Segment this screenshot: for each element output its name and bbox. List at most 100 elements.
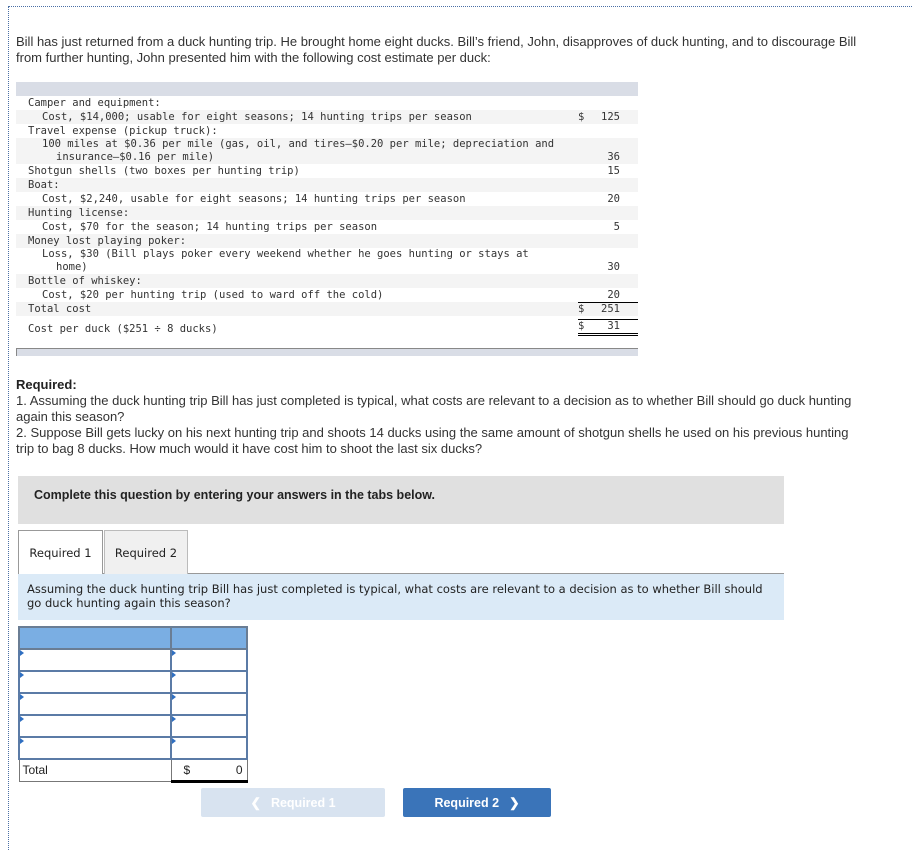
- cost-row: Total cost $251: [16, 302, 638, 316]
- prev-button-label: Required 1: [270, 795, 336, 810]
- total-value: 0: [235, 762, 243, 777]
- dollar-sign: [578, 193, 592, 206]
- dropdown-flag-icon: [20, 716, 24, 722]
- answer-cell-amount: [170, 670, 248, 694]
- cost-description: Hunting license:: [16, 207, 578, 220]
- cost-row: Shotgun shells (two boxes per hunting tr…: [16, 164, 638, 178]
- cost-amount-cell: 15: [578, 165, 638, 178]
- cost-amount-input[interactable]: [172, 738, 246, 758]
- cost-row: Loss, $30 (Bill plays poker every weeken…: [16, 248, 638, 274]
- dropdown-flag-icon: [172, 738, 176, 744]
- cost-row: Boat:: [16, 178, 638, 192]
- cost-amount-input[interactable]: [172, 672, 246, 692]
- cost-row: 100 miles at $0.36 per mile (gas, oil, a…: [16, 138, 638, 164]
- cost-description-text: Bottle of whiskey:: [28, 275, 142, 287]
- cost-description: Travel expense (pickup truck):: [16, 125, 578, 138]
- cost-item-input[interactable]: [20, 716, 170, 736]
- cost-description: Loss, $30 (Bill plays poker every weeken…: [16, 248, 578, 274]
- cost-amount-cell: $125: [578, 111, 638, 124]
- question-prompt: Assuming the duck hunting trip Bill has …: [18, 574, 784, 620]
- cost-amount-input[interactable]: [172, 716, 246, 736]
- cost-description-continued: home): [56, 261, 88, 273]
- total-amount: $0: [172, 763, 247, 777]
- cost-description-text: Loss, $30 (Bill plays poker every weeken…: [42, 248, 529, 260]
- cost-description: 100 miles at $0.36 per mile (gas, oil, a…: [16, 138, 578, 164]
- dollar-sign: $: [578, 111, 585, 123]
- next-required-button[interactable]: Required 2 ❯: [403, 788, 551, 817]
- total-cell: $0: [170, 758, 248, 783]
- cost-amount-input[interactable]: [172, 650, 246, 670]
- cost-description-text: Shotgun shells (two boxes per hunting tr…: [28, 165, 300, 177]
- cost-estimate-table: Camper and equipment: Cost, $14,000; usab…: [16, 82, 638, 356]
- dollar-sign: $: [578, 303, 585, 315]
- dollar-sign: [578, 165, 592, 178]
- dollar-sign: $: [578, 320, 585, 332]
- answer-cell-amount: [170, 648, 248, 672]
- cost-row: Cost, $2,240, usable for eight seasons; …: [16, 192, 638, 206]
- cost-description-text: Cost per duck ($251 ÷ 8 ducks): [28, 323, 218, 335]
- cost-description: Cost per duck ($251 ÷ 8 ducks): [16, 323, 578, 336]
- prev-required-button[interactable]: ❮ Required 1: [201, 788, 385, 817]
- answer-cell-item: [18, 714, 172, 738]
- cost-amount: 30: [607, 261, 620, 273]
- cost-item-input[interactable]: [20, 650, 170, 670]
- cost-amount-cell: 36: [578, 151, 638, 164]
- dollar-sign: [578, 151, 592, 164]
- dollar-sign: [578, 261, 592, 274]
- cost-table-footer: [16, 348, 638, 356]
- dropdown-flag-icon: [20, 672, 24, 678]
- answer-cell-amount: [170, 692, 248, 716]
- tab-bar: Required 1 Required 2: [18, 530, 784, 575]
- instruction-text: Complete this question by entering your …: [34, 488, 435, 502]
- header-cell-amount: [170, 626, 248, 650]
- cost-row: Bottle of whiskey:: [16, 274, 638, 288]
- dropdown-flag-icon: [20, 694, 24, 700]
- cost-amount: 36: [607, 151, 620, 163]
- cost-row: Cost, $70 for the season; 14 hunting tri…: [16, 220, 638, 234]
- cost-amount: 5: [613, 221, 620, 233]
- cost-description-text: 100 miles at $0.36 per mile (gas, oil, a…: [42, 138, 555, 150]
- answer-row: [18, 736, 248, 760]
- cost-row: Cost, $14,000; usable for eight seasons;…: [16, 110, 638, 124]
- cost-item-input[interactable]: [20, 672, 170, 692]
- dollar-sign: [578, 221, 592, 234]
- cost-row: Cost per duck ($251 ÷ 8 ducks) $31: [16, 319, 638, 336]
- cost-description: Cost, $70 for the season; 14 hunting tri…: [16, 221, 578, 234]
- cost-description-text: Cost, $14,000; usable for eight seasons;…: [42, 111, 472, 123]
- cost-item-input[interactable]: [20, 694, 170, 714]
- cost-item-input[interactable]: [20, 738, 170, 758]
- cost-description: Cost, $14,000; usable for eight seasons;…: [16, 111, 578, 124]
- cost-description: Cost, $20 per hunting trip (used to ward…: [16, 289, 578, 302]
- answer-cell-item: [18, 692, 172, 716]
- answer-row: [18, 670, 248, 694]
- dropdown-flag-icon: [172, 716, 176, 722]
- tab-required-2[interactable]: Required 2: [104, 530, 188, 574]
- cost-table-header: [16, 82, 638, 96]
- required-q2: 2. Suppose Bill gets lucky on his next h…: [16, 425, 849, 456]
- answer-cell-amount: [170, 736, 248, 760]
- answer-row: [18, 692, 248, 716]
- cost-description-text: Cost, $20 per hunting trip (used to ward…: [42, 289, 384, 301]
- cost-amount-input[interactable]: [172, 694, 246, 714]
- answer-table: Total $0: [18, 626, 248, 783]
- cost-description-text: Total cost: [28, 303, 92, 315]
- cost-description: Camper and equipment:: [16, 97, 578, 110]
- cost-description-continued: insurance–$0.16 per mile): [56, 151, 215, 163]
- answer-row: [18, 714, 248, 738]
- cost-description-text: Hunting license:: [28, 207, 130, 219]
- instruction-box: Complete this question by entering your …: [18, 476, 784, 524]
- required-section: Required: 1. Assuming the duck hunting t…: [16, 377, 866, 457]
- answer-cell-item: [18, 648, 172, 672]
- cost-description: Total cost: [16, 303, 578, 316]
- answer-row: [18, 648, 248, 672]
- total-dollar-sign: $: [183, 762, 191, 777]
- answer-cell-item: [18, 736, 172, 760]
- chevron-right-icon: ❯: [509, 796, 520, 810]
- cost-amount-cell: $31: [578, 319, 638, 336]
- cost-amount-cell: 20: [578, 193, 638, 206]
- tab-required-1[interactable]: Required 1: [18, 530, 103, 575]
- cost-amount: 20: [607, 289, 620, 301]
- cost-amount-cell: 30: [578, 261, 638, 274]
- chevron-left-icon: ❮: [250, 796, 261, 810]
- problem-intro: Bill has just returned from a duck hunti…: [16, 34, 857, 65]
